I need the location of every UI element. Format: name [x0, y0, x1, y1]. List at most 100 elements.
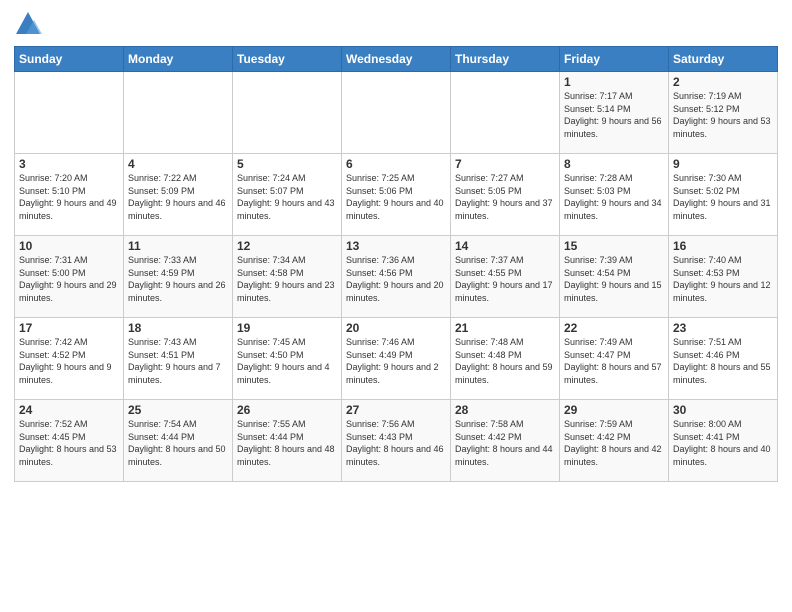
- day-number: 21: [455, 321, 555, 335]
- day-header-tuesday: Tuesday: [233, 47, 342, 72]
- calendar-table: SundayMondayTuesdayWednesdayThursdayFrid…: [14, 46, 778, 482]
- day-header-saturday: Saturday: [669, 47, 778, 72]
- day-info: Sunrise: 7:17 AM Sunset: 5:14 PM Dayligh…: [564, 90, 664, 140]
- calendar-week-4: 17Sunrise: 7:42 AM Sunset: 4:52 PM Dayli…: [15, 318, 778, 400]
- calendar-week-1: 1Sunrise: 7:17 AM Sunset: 5:14 PM Daylig…: [15, 72, 778, 154]
- calendar-cell: 20Sunrise: 7:46 AM Sunset: 4:49 PM Dayli…: [342, 318, 451, 400]
- day-header-friday: Friday: [560, 47, 669, 72]
- day-info: Sunrise: 7:56 AM Sunset: 4:43 PM Dayligh…: [346, 418, 446, 468]
- day-info: Sunrise: 7:49 AM Sunset: 4:47 PM Dayligh…: [564, 336, 664, 386]
- calendar-week-3: 10Sunrise: 7:31 AM Sunset: 5:00 PM Dayli…: [15, 236, 778, 318]
- day-number: 16: [673, 239, 773, 253]
- day-info: Sunrise: 7:34 AM Sunset: 4:58 PM Dayligh…: [237, 254, 337, 304]
- calendar-cell: 1Sunrise: 7:17 AM Sunset: 5:14 PM Daylig…: [560, 72, 669, 154]
- calendar-cell: 29Sunrise: 7:59 AM Sunset: 4:42 PM Dayli…: [560, 400, 669, 482]
- day-number: 8: [564, 157, 664, 171]
- calendar-cell: 15Sunrise: 7:39 AM Sunset: 4:54 PM Dayli…: [560, 236, 669, 318]
- day-header-wednesday: Wednesday: [342, 47, 451, 72]
- day-number: 18: [128, 321, 228, 335]
- day-info: Sunrise: 7:54 AM Sunset: 4:44 PM Dayligh…: [128, 418, 228, 468]
- day-number: 17: [19, 321, 119, 335]
- day-number: 7: [455, 157, 555, 171]
- calendar-cell: 19Sunrise: 7:45 AM Sunset: 4:50 PM Dayli…: [233, 318, 342, 400]
- day-info: Sunrise: 7:25 AM Sunset: 5:06 PM Dayligh…: [346, 172, 446, 222]
- day-info: Sunrise: 7:22 AM Sunset: 5:09 PM Dayligh…: [128, 172, 228, 222]
- calendar-cell: 17Sunrise: 7:42 AM Sunset: 4:52 PM Dayli…: [15, 318, 124, 400]
- day-info: Sunrise: 7:20 AM Sunset: 5:10 PM Dayligh…: [19, 172, 119, 222]
- day-info: Sunrise: 7:31 AM Sunset: 5:00 PM Dayligh…: [19, 254, 119, 304]
- day-info: Sunrise: 7:30 AM Sunset: 5:02 PM Dayligh…: [673, 172, 773, 222]
- day-number: 20: [346, 321, 446, 335]
- day-number: 24: [19, 403, 119, 417]
- calendar-cell: 30Sunrise: 8:00 AM Sunset: 4:41 PM Dayli…: [669, 400, 778, 482]
- calendar-cell: [233, 72, 342, 154]
- calendar-cell: 3Sunrise: 7:20 AM Sunset: 5:10 PM Daylig…: [15, 154, 124, 236]
- calendar-cell: 9Sunrise: 7:30 AM Sunset: 5:02 PM Daylig…: [669, 154, 778, 236]
- calendar-cell: 27Sunrise: 7:56 AM Sunset: 4:43 PM Dayli…: [342, 400, 451, 482]
- calendar-cell: [124, 72, 233, 154]
- day-number: 6: [346, 157, 446, 171]
- day-number: 28: [455, 403, 555, 417]
- day-info: Sunrise: 7:52 AM Sunset: 4:45 PM Dayligh…: [19, 418, 119, 468]
- day-info: Sunrise: 7:36 AM Sunset: 4:56 PM Dayligh…: [346, 254, 446, 304]
- calendar-cell: 26Sunrise: 7:55 AM Sunset: 4:44 PM Dayli…: [233, 400, 342, 482]
- page-container: SundayMondayTuesdayWednesdayThursdayFrid…: [0, 0, 792, 612]
- day-number: 19: [237, 321, 337, 335]
- day-info: Sunrise: 8:00 AM Sunset: 4:41 PM Dayligh…: [673, 418, 773, 468]
- calendar-cell: 28Sunrise: 7:58 AM Sunset: 4:42 PM Dayli…: [451, 400, 560, 482]
- calendar-cell: 2Sunrise: 7:19 AM Sunset: 5:12 PM Daylig…: [669, 72, 778, 154]
- calendar-cell: 11Sunrise: 7:33 AM Sunset: 4:59 PM Dayli…: [124, 236, 233, 318]
- day-header-thursday: Thursday: [451, 47, 560, 72]
- calendar-cell: 21Sunrise: 7:48 AM Sunset: 4:48 PM Dayli…: [451, 318, 560, 400]
- day-header-sunday: Sunday: [15, 47, 124, 72]
- day-info: Sunrise: 7:59 AM Sunset: 4:42 PM Dayligh…: [564, 418, 664, 468]
- header-row: SundayMondayTuesdayWednesdayThursdayFrid…: [15, 47, 778, 72]
- day-info: Sunrise: 7:51 AM Sunset: 4:46 PM Dayligh…: [673, 336, 773, 386]
- day-number: 1: [564, 75, 664, 89]
- day-number: 23: [673, 321, 773, 335]
- calendar-cell: 18Sunrise: 7:43 AM Sunset: 4:51 PM Dayli…: [124, 318, 233, 400]
- calendar-cell: 7Sunrise: 7:27 AM Sunset: 5:05 PM Daylig…: [451, 154, 560, 236]
- day-number: 25: [128, 403, 228, 417]
- calendar-cell: 8Sunrise: 7:28 AM Sunset: 5:03 PM Daylig…: [560, 154, 669, 236]
- calendar-cell: 6Sunrise: 7:25 AM Sunset: 5:06 PM Daylig…: [342, 154, 451, 236]
- day-number: 15: [564, 239, 664, 253]
- calendar-cell: 23Sunrise: 7:51 AM Sunset: 4:46 PM Dayli…: [669, 318, 778, 400]
- day-number: 4: [128, 157, 228, 171]
- day-info: Sunrise: 7:33 AM Sunset: 4:59 PM Dayligh…: [128, 254, 228, 304]
- day-number: 26: [237, 403, 337, 417]
- day-number: 12: [237, 239, 337, 253]
- day-info: Sunrise: 7:39 AM Sunset: 4:54 PM Dayligh…: [564, 254, 664, 304]
- day-number: 2: [673, 75, 773, 89]
- calendar-week-5: 24Sunrise: 7:52 AM Sunset: 4:45 PM Dayli…: [15, 400, 778, 482]
- day-number: 3: [19, 157, 119, 171]
- day-number: 11: [128, 239, 228, 253]
- calendar-cell: 5Sunrise: 7:24 AM Sunset: 5:07 PM Daylig…: [233, 154, 342, 236]
- day-info: Sunrise: 7:19 AM Sunset: 5:12 PM Dayligh…: [673, 90, 773, 140]
- day-number: 22: [564, 321, 664, 335]
- day-info: Sunrise: 7:55 AM Sunset: 4:44 PM Dayligh…: [237, 418, 337, 468]
- header: [14, 10, 778, 38]
- calendar-cell: [342, 72, 451, 154]
- day-number: 10: [19, 239, 119, 253]
- calendar-cell: 4Sunrise: 7:22 AM Sunset: 5:09 PM Daylig…: [124, 154, 233, 236]
- day-info: Sunrise: 7:46 AM Sunset: 4:49 PM Dayligh…: [346, 336, 446, 386]
- calendar-week-2: 3Sunrise: 7:20 AM Sunset: 5:10 PM Daylig…: [15, 154, 778, 236]
- calendar-cell: 10Sunrise: 7:31 AM Sunset: 5:00 PM Dayli…: [15, 236, 124, 318]
- calendar-cell: 25Sunrise: 7:54 AM Sunset: 4:44 PM Dayli…: [124, 400, 233, 482]
- day-header-monday: Monday: [124, 47, 233, 72]
- day-number: 5: [237, 157, 337, 171]
- day-info: Sunrise: 7:27 AM Sunset: 5:05 PM Dayligh…: [455, 172, 555, 222]
- day-info: Sunrise: 7:48 AM Sunset: 4:48 PM Dayligh…: [455, 336, 555, 386]
- calendar-cell: [451, 72, 560, 154]
- day-number: 9: [673, 157, 773, 171]
- day-info: Sunrise: 7:43 AM Sunset: 4:51 PM Dayligh…: [128, 336, 228, 386]
- day-info: Sunrise: 7:37 AM Sunset: 4:55 PM Dayligh…: [455, 254, 555, 304]
- day-info: Sunrise: 7:24 AM Sunset: 5:07 PM Dayligh…: [237, 172, 337, 222]
- day-number: 27: [346, 403, 446, 417]
- calendar-cell: 24Sunrise: 7:52 AM Sunset: 4:45 PM Dayli…: [15, 400, 124, 482]
- day-info: Sunrise: 7:28 AM Sunset: 5:03 PM Dayligh…: [564, 172, 664, 222]
- day-info: Sunrise: 7:40 AM Sunset: 4:53 PM Dayligh…: [673, 254, 773, 304]
- day-info: Sunrise: 7:42 AM Sunset: 4:52 PM Dayligh…: [19, 336, 119, 386]
- calendar-cell: [15, 72, 124, 154]
